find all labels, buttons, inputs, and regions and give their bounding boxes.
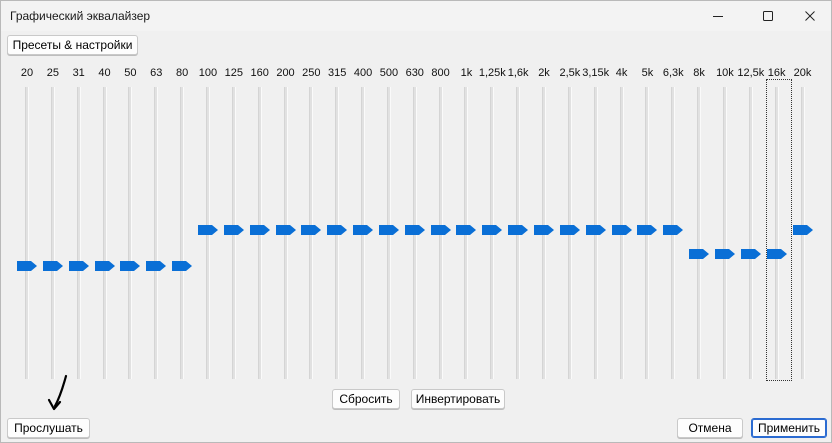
band-slider-thumb-315[interactable] <box>327 225 348 235</box>
band-slider-thumb-6,3k[interactable] <box>663 225 684 235</box>
band-slider-thumb-80[interactable] <box>172 261 193 271</box>
band-label-20k: 20k <box>793 67 812 79</box>
band-label-500: 500 <box>379 67 399 79</box>
band-label-250: 250 <box>302 67 321 79</box>
minimize-button[interactable] <box>695 1 741 31</box>
band-label-40: 40 <box>98 67 111 79</box>
band-slider-thumb-2,5k[interactable] <box>559 225 580 235</box>
close-icon <box>805 11 815 21</box>
band-label-800: 800 <box>431 67 450 79</box>
band-label-2k: 2k <box>538 67 550 79</box>
band-slider-thumb-200[interactable] <box>275 225 296 235</box>
band-label-200: 200 <box>276 67 295 79</box>
maximize-icon <box>763 11 773 21</box>
title-bar: Графический эквалайзер <box>1 1 831 31</box>
band-slider-track-63[interactable] <box>154 87 159 379</box>
band-slider-thumb-12,5k[interactable] <box>740 249 761 259</box>
band-slider-thumb-10k[interactable] <box>714 249 735 259</box>
band-slider-track-40[interactable] <box>102 87 107 379</box>
band-slider-thumb-2k[interactable] <box>534 225 554 235</box>
invert-button[interactable]: Инвертировать <box>411 389 505 409</box>
band-slider-track-10k[interactable] <box>722 87 727 379</box>
band-label-10k: 10k <box>716 67 734 79</box>
band-label-1,6k: 1,6k <box>507 67 529 79</box>
band-slider-thumb-1k[interactable] <box>456 225 477 235</box>
band-label-160: 160 <box>250 67 269 79</box>
band-label-630: 630 <box>405 67 424 79</box>
band-label-1k: 1k <box>460 67 473 79</box>
band-slider-thumb-50[interactable] <box>120 261 141 271</box>
band-slider-thumb-20k[interactable] <box>792 225 813 235</box>
listen-button[interactable]: Прослушать <box>7 418 90 438</box>
band-slider-thumb-500[interactable] <box>378 225 399 235</box>
band-label-315: 315 <box>328 67 347 79</box>
band-slider-thumb-40[interactable] <box>94 261 115 271</box>
presets-settings-button[interactable]: Пресеты & настройки <box>7 35 138 55</box>
band-slider-thumb-400[interactable] <box>353 225 374 235</box>
band-slider-thumb-3,15k[interactable] <box>585 225 606 235</box>
band-slider-thumb-4k[interactable] <box>611 225 632 235</box>
cancel-button[interactable]: Отмена <box>677 418 743 438</box>
band-slider-track-12,5k[interactable] <box>748 87 753 379</box>
band-slider-thumb-1,25k[interactable] <box>482 225 503 235</box>
band-label-2,5k: 2,5k <box>559 67 581 79</box>
band-label-125: 125 <box>224 67 243 79</box>
band-label-5k: 5k <box>641 67 654 79</box>
band-slider-thumb-250[interactable] <box>301 225 322 235</box>
band-label-25: 25 <box>46 67 59 79</box>
band-label-12,5k: 12,5k <box>737 67 765 79</box>
band-label-100: 100 <box>198 67 218 79</box>
band-label-31: 31 <box>72 67 85 79</box>
band-label-3,15k: 3,15k <box>582 67 610 79</box>
band-slider-thumb-1,6k[interactable] <box>508 225 529 235</box>
band-slider-track-50[interactable] <box>128 87 133 379</box>
band-label-20: 20 <box>20 67 34 79</box>
band-label-4k: 4k <box>615 67 628 79</box>
band-slider-thumb-63[interactable] <box>146 261 167 271</box>
close-button[interactable] <box>787 1 832 31</box>
band-slider-thumb-100[interactable] <box>197 225 218 235</box>
band-slider-track-8k[interactable] <box>697 87 702 379</box>
equalizer-window: Графический эквалайзер Пресеты & настрой… <box>0 0 832 443</box>
maximize-button[interactable] <box>745 1 791 31</box>
band-slider-thumb-31[interactable] <box>68 261 89 271</box>
band-slider-thumb-5k[interactable] <box>637 225 658 235</box>
band-slider-track-80[interactable] <box>180 87 185 379</box>
minimize-icon <box>713 16 723 17</box>
band-label-16k: 16k <box>767 67 786 79</box>
pointer-arrow-icon <box>47 374 68 411</box>
band-label-50: 50 <box>124 67 137 79</box>
band-slider-thumb-20[interactable] <box>17 261 37 271</box>
band-slider-track-20[interactable] <box>25 87 29 379</box>
band-slider-thumb-25[interactable] <box>42 261 63 271</box>
band-slider-thumb-8k[interactable] <box>689 249 710 259</box>
reset-button[interactable]: Сбросить <box>332 389 400 409</box>
window-title: Графический эквалайзер <box>10 9 151 23</box>
band-slider-thumb-630[interactable] <box>404 225 425 235</box>
band-slider-thumb-160[interactable] <box>249 225 270 235</box>
band-slider-thumb-800[interactable] <box>430 225 451 235</box>
band-label-63: 63 <box>150 67 163 79</box>
band-slider-track-31[interactable] <box>76 87 81 379</box>
band-label-400: 400 <box>353 67 373 79</box>
apply-button[interactable]: Применить <box>751 418 827 438</box>
band-slider-thumb-125[interactable] <box>223 225 244 235</box>
band-label-80: 80 <box>175 67 189 79</box>
band-label-8k: 8k <box>693 67 705 79</box>
band-slider-track-25[interactable] <box>50 87 55 379</box>
band-label-6,3k: 6,3k <box>662 67 684 79</box>
focused-band-outline <box>766 79 792 381</box>
band-label-1,25k: 1,25k <box>478 67 506 79</box>
